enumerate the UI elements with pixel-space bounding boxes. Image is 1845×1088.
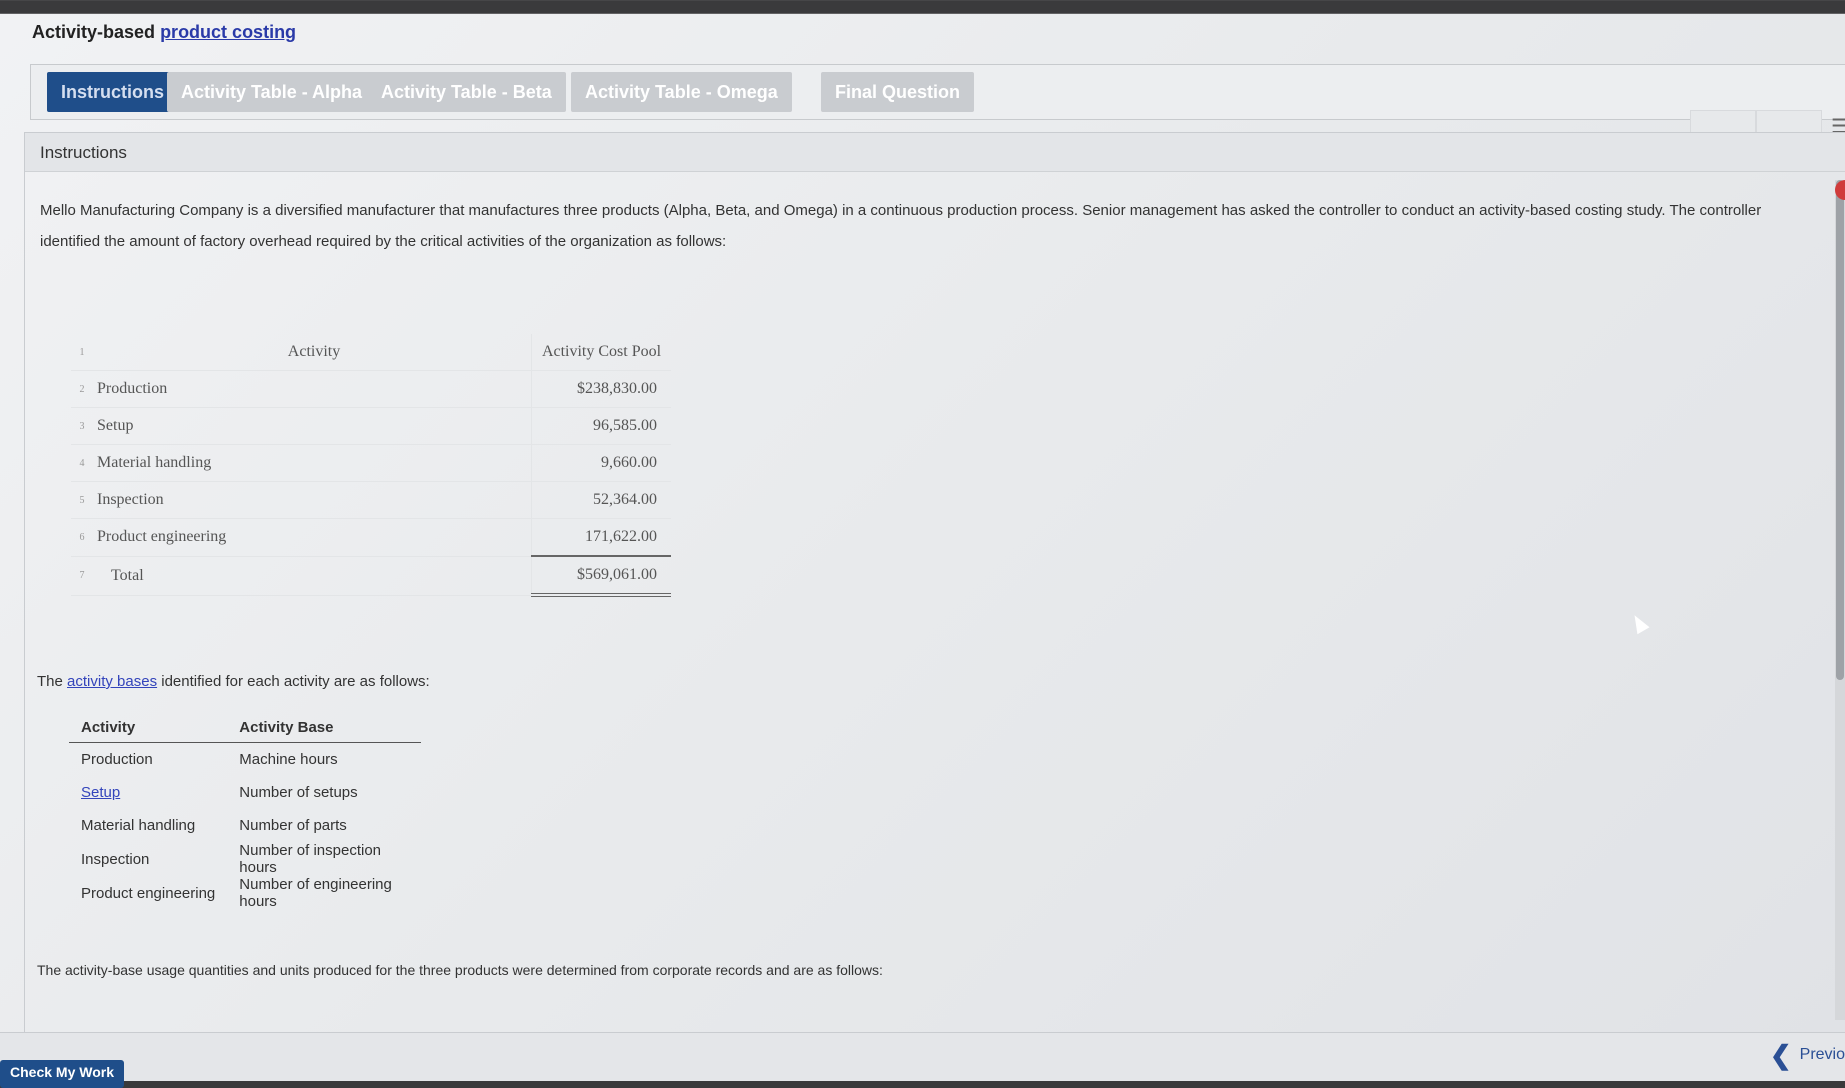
- activity-cell: Material handling: [93, 444, 532, 482]
- total-label: Total: [93, 556, 532, 596]
- table-row: 4 Material handling 9,660.00: [71, 444, 671, 482]
- row-number: 7: [71, 556, 93, 596]
- title-prefix: Activity-based: [32, 22, 156, 42]
- table-row: 6 Product engineering 171,622.00: [71, 518, 671, 557]
- tab-final-question[interactable]: Final Question: [821, 72, 975, 112]
- table-row: Inspection Number of inspection hours: [69, 842, 421, 876]
- instructions-panel: Instructions Mello Manufacturing Company…: [24, 132, 1845, 1034]
- table-row: Production Machine hours: [69, 743, 421, 777]
- bases-intro-text: The: [37, 673, 63, 690]
- bases-intro: The activity bases identified for each a…: [37, 673, 430, 690]
- table-row: 3 Setup 96,585.00: [71, 407, 671, 445]
- activity-cell: Inspection: [93, 481, 532, 519]
- tab-activity-table-alpha[interactable]: Activity Table - Alpha: [167, 72, 377, 112]
- previous-button[interactable]: ❮ Previo: [1770, 1040, 1845, 1070]
- activity-bases-link[interactable]: activity bases: [67, 673, 157, 690]
- activity-cell: Setup: [69, 776, 227, 809]
- column-header-activity-base: Activity Base: [227, 713, 422, 743]
- activity-bases-table: Activity Activity Base Production Machin…: [69, 713, 422, 910]
- table-row-total: 7 Total $569,061.00: [71, 556, 671, 597]
- check-my-work-button[interactable]: Check My Work: [0, 1060, 124, 1088]
- column-header-cost-pool: Activity Cost Pool: [531, 334, 671, 371]
- table-row: 5 Inspection 52,364.00: [71, 481, 671, 519]
- total-value: $569,061.00: [531, 556, 671, 597]
- tab-bar: Instructions Activity Table - Alpha Acti…: [30, 64, 1845, 120]
- panel-title: Instructions: [40, 143, 127, 162]
- scrollbar-thumb[interactable]: [1836, 180, 1844, 680]
- column-header-activity: Activity: [69, 713, 228, 743]
- row-number: 2: [71, 370, 93, 408]
- cost-pool-cell: $238,830.00: [531, 370, 671, 408]
- usage-intro: The activity-base usage quantities and u…: [37, 962, 883, 978]
- table-row: Setup Number of setups: [69, 776, 421, 809]
- cost-pool-cell: 9,660.00: [531, 444, 671, 482]
- activity-base-cell: Number of inspection hours: [239, 842, 382, 876]
- table-header-row: Activity Activity Base: [69, 713, 422, 743]
- table-row: Material handling Number of parts: [69, 809, 421, 842]
- row-number: 5: [71, 481, 93, 519]
- bottom-bar: [0, 1032, 1845, 1081]
- cost-pool-cell: 52,364.00: [531, 481, 671, 519]
- activity-cell: Inspection: [81, 850, 150, 868]
- activity-base-cell: Number of setups: [239, 784, 358, 801]
- activity-base-cell: Machine hours: [239, 751, 338, 768]
- tab-activity-table-omega[interactable]: Activity Table - Omega: [571, 72, 792, 112]
- activity-cell: Setup: [93, 407, 532, 445]
- row-number: 6: [71, 518, 93, 557]
- activity-cell: Material handling: [81, 817, 196, 834]
- setup-link[interactable]: Setup: [81, 784, 120, 801]
- tab-activity-table-beta[interactable]: Activity Table - Beta: [367, 72, 566, 112]
- title-link[interactable]: product costing: [160, 22, 296, 42]
- activity-base-cell: Number of engineering hours: [239, 876, 392, 910]
- tab-instructions[interactable]: Instructions: [47, 72, 179, 112]
- activity-base-cell: Number of parts: [239, 817, 347, 834]
- panel-header: Instructions: [25, 133, 1845, 172]
- intro-paragraph: Mello Manufacturing Company is a diversi…: [40, 202, 1762, 250]
- activity-cell: Product engineering: [81, 884, 216, 902]
- previous-label: Previo: [1799, 1046, 1845, 1064]
- column-header-activity: Activity: [93, 334, 532, 371]
- row-number: 1: [71, 334, 93, 371]
- row-number: 4: [71, 444, 93, 482]
- scrollbar[interactable]: [1835, 180, 1845, 1020]
- activity-cell: Product engineering: [93, 518, 532, 557]
- table-row: 2 Production $238,830.00: [71, 370, 671, 408]
- bases-intro-text: identified for each activity are as foll…: [161, 673, 430, 690]
- cost-pool-cell: 171,622.00: [531, 518, 671, 557]
- activity-cell: Production: [81, 751, 153, 768]
- table-row: Product engineering Number of engineerin…: [69, 876, 421, 910]
- row-number: 3: [71, 407, 93, 445]
- activity-cost-table: 1 Activity Activity Cost Pool 2 Producti…: [71, 334, 671, 597]
- app-title: Activity-based product costing: [32, 22, 296, 43]
- activity-cell: Production: [93, 370, 532, 408]
- cost-pool-cell: 96,585.00: [531, 407, 671, 445]
- table-row: 1 Activity Activity Cost Pool: [71, 334, 671, 371]
- chevron-left-icon: ❮: [1769, 1040, 1792, 1070]
